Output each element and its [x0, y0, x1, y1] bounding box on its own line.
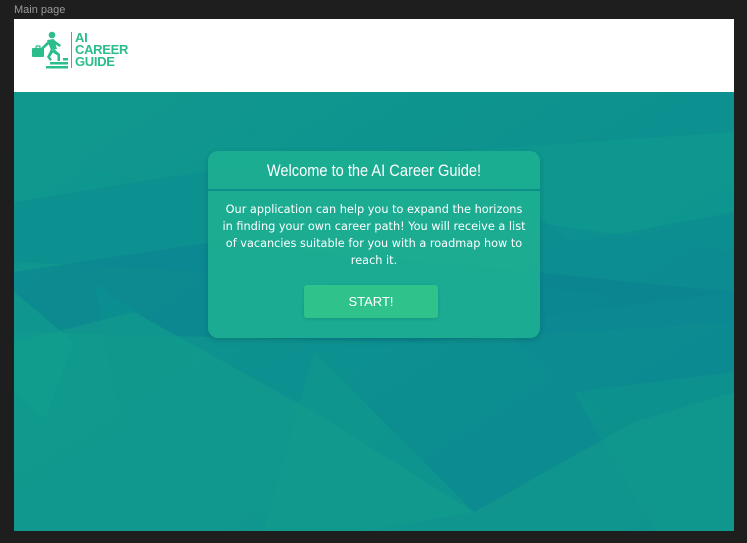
logo-text: AI CAREER GUIDE: [75, 31, 128, 69]
logo[interactable]: AI CAREER GUIDE: [30, 30, 128, 70]
hero-section: Welcome to the AI Career Guide! Our appl…: [14, 92, 734, 531]
card-divider: [208, 189, 540, 191]
running-man-briefcase-stairs-icon: [32, 31, 68, 69]
welcome-card: Welcome to the AI Career Guide! Our appl…: [208, 151, 540, 338]
start-button[interactable]: START!: [304, 285, 438, 318]
frame-label: Main page: [14, 4, 66, 16]
header: AI CAREER GUIDE: [14, 19, 734, 92]
logo-line-guide: GUIDE: [75, 54, 115, 69]
welcome-title: Welcome to the AI Career Guide!: [266, 161, 482, 180]
logo-divider: [71, 32, 72, 68]
welcome-description: Our application can help you to expand t…: [222, 203, 526, 267]
main-page-frame: AI CAREER GUIDE Welcome to the AI Career…: [14, 19, 734, 531]
